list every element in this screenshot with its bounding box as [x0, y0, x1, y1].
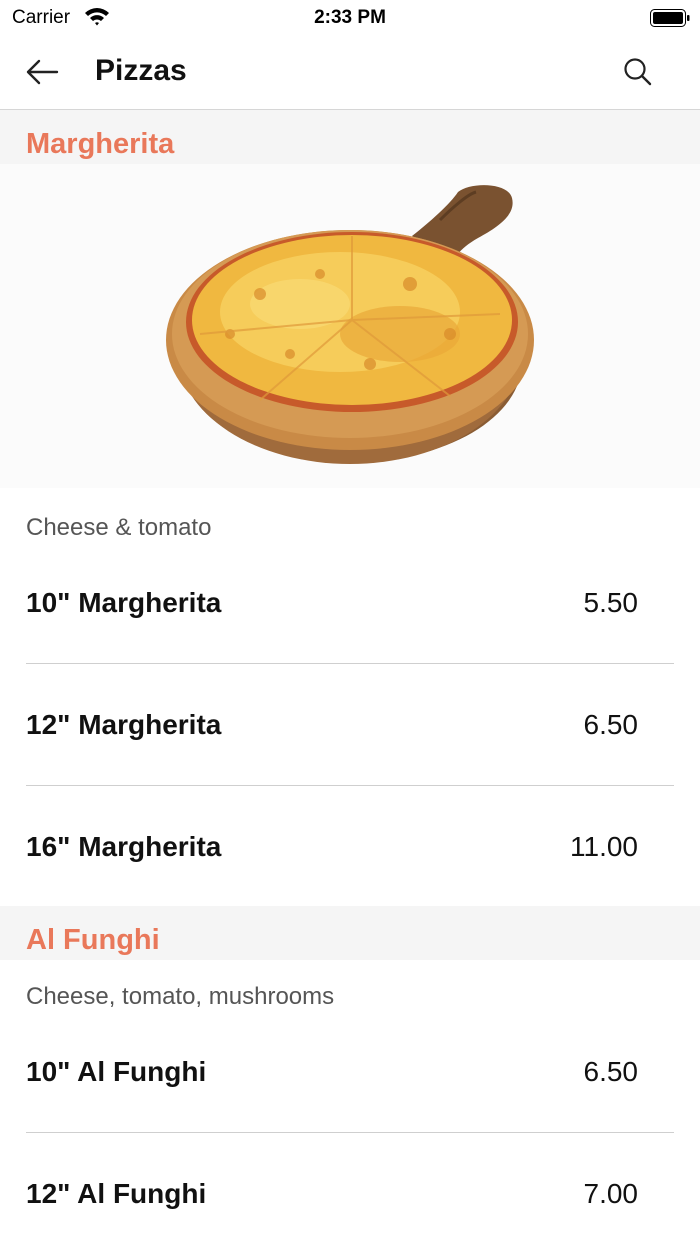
section-title: Al Funghi — [26, 924, 160, 956]
item-price: 6.50 — [583, 1056, 639, 1087]
item-price: 5.50 — [583, 587, 639, 618]
battery-icon — [650, 9, 690, 27]
item-price: 7.00 — [583, 1178, 639, 1209]
section-description: Cheese, tomato, mushrooms — [26, 983, 335, 1010]
item-name: 12" Al Funghi — [26, 1178, 207, 1209]
search-button[interactable] — [616, 52, 660, 92]
back-button[interactable] — [20, 52, 64, 92]
status-bar: Carrier 2:33 PM — [0, 0, 700, 36]
menu-item-row[interactable]: 10" Margherita 5.50 — [0, 543, 700, 665]
item-name: 10" Margherita — [26, 587, 222, 618]
menu-item-row[interactable]: 16" Margherita 11.00 — [0, 786, 700, 908]
section-title: Margherita — [26, 128, 175, 160]
item-name: 12" Margherita — [26, 709, 222, 740]
menu-item-row[interactable]: 12" Margherita 6.50 — [0, 664, 700, 786]
item-price: 11.00 — [570, 831, 638, 862]
menu-item-row[interactable]: 10" Al Funghi 6.50 — [0, 1012, 700, 1134]
menu-item-row[interactable]: 12" Al Funghi 7.00 — [0, 1133, 700, 1244]
item-name: 10" Al Funghi — [26, 1056, 207, 1087]
clock: 2:33 PM — [314, 7, 386, 28]
search-icon — [624, 58, 652, 86]
section-header-margherita: Margherita — [0, 110, 700, 164]
item-price: 6.50 — [583, 709, 639, 740]
page-title: Pizzas — [95, 54, 187, 87]
section-description: Cheese & tomato — [26, 514, 212, 541]
item-name: 16" Margherita — [26, 831, 222, 862]
section-header-al-funghi: Al Funghi — [0, 906, 700, 960]
navigation-bar: Pizzas — [0, 36, 700, 110]
pizza-image — [0, 164, 700, 488]
arrow-left-icon — [26, 59, 59, 85]
